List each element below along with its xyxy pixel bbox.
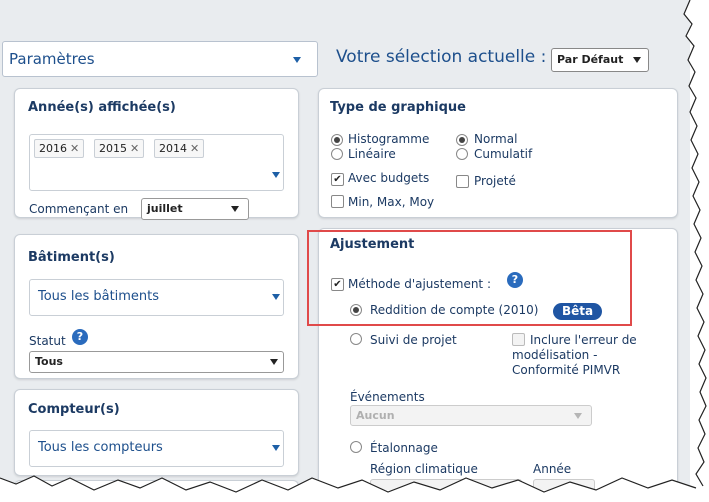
torn-edge [0,0,709,502]
